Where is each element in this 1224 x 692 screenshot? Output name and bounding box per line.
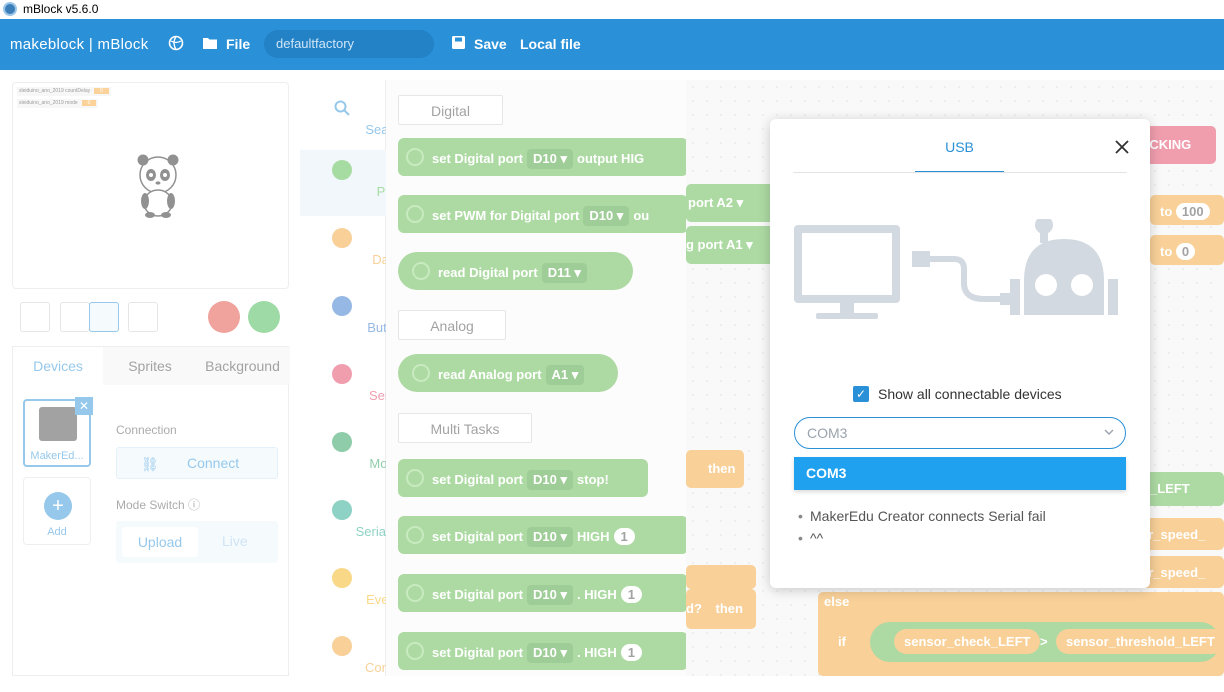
makeblock-logo: makeblock | mBlock	[10, 36, 149, 53]
close-icon[interactable]	[1112, 137, 1132, 157]
computer-icon	[794, 225, 900, 319]
robot-icon	[1010, 219, 1118, 315]
save-icon[interactable]	[452, 36, 465, 49]
file-menu[interactable]: File	[226, 36, 250, 52]
serial-port-select-value: COM3	[807, 425, 848, 441]
project-name-input[interactable]: defaultfactory	[264, 30, 434, 58]
folder-icon[interactable]	[203, 36, 217, 49]
window-titlebar: mBlock v5.6.0	[0, 0, 1224, 19]
hint-item: • MakerEdu Creator connects Serial fail	[798, 508, 1046, 524]
globe-icon[interactable]	[168, 35, 184, 51]
chevron-down-icon	[1104, 429, 1114, 435]
computer-robot-illustration	[794, 219, 1118, 319]
show-all-devices-label[interactable]: Show all connectable devices	[878, 386, 1062, 402]
save-button[interactable]: Save	[474, 36, 507, 52]
tab-usb[interactable]: USB	[915, 119, 1004, 173]
connect-device-dialog: USB ✓ Show all connectable devices COM3	[770, 119, 1150, 588]
menu-bar: makeblock | mBlock File defaultfactory S…	[0, 19, 1224, 70]
usb-cable-icon	[912, 251, 1010, 305]
window-title: mBlock v5.6.0	[23, 2, 99, 16]
serial-port-option[interactable]: COM3	[794, 457, 1126, 490]
tab-divider	[793, 172, 1127, 173]
hint-item: • ^^	[798, 530, 824, 546]
serial-port-select[interactable]: COM3	[794, 417, 1126, 449]
local-file-button[interactable]: Local file	[520, 36, 581, 52]
mblock-app-icon	[3, 2, 17, 16]
show-all-devices-checkbox[interactable]: ✓	[853, 386, 869, 402]
